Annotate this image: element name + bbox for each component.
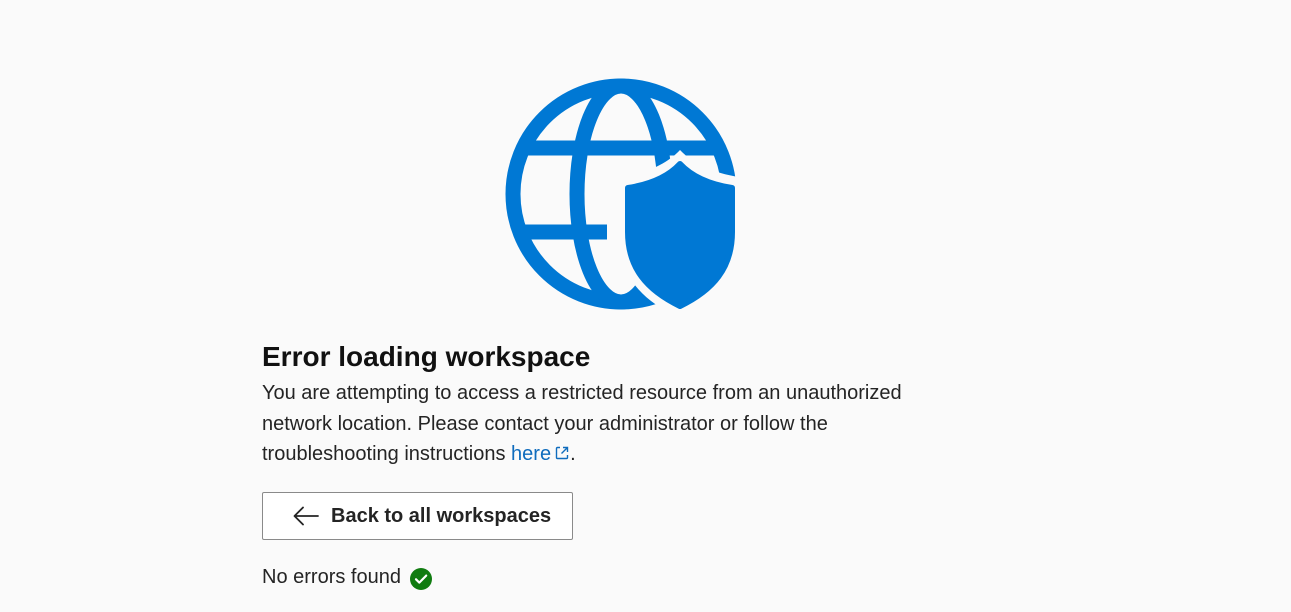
external-link-icon bbox=[554, 440, 570, 460]
check-circle-icon bbox=[409, 568, 432, 590]
arrow-left-icon bbox=[293, 506, 319, 526]
error-content: Error loading workspace You are attempti… bbox=[262, 338, 962, 470]
status-text: No errors found bbox=[262, 566, 401, 588]
back-button-label: Back to all workspaces bbox=[331, 504, 552, 527]
page-title: Error loading workspace bbox=[262, 341, 591, 372]
error-message: You are attempting to access a restricte… bbox=[262, 378, 952, 470]
globe-shield-icon bbox=[500, 74, 745, 318]
error-message-end: . bbox=[570, 443, 576, 465]
error-message-text: You are attempting to access a restricte… bbox=[262, 382, 902, 465]
error-page: Error loading workspace You are attempti… bbox=[0, 0, 1291, 612]
troubleshooting-link-label: here bbox=[511, 443, 552, 465]
troubleshooting-link[interactable]: here bbox=[511, 443, 570, 465]
back-to-workspaces-button[interactable]: Back to all workspaces bbox=[262, 492, 573, 540]
status-line: No errors found bbox=[262, 565, 432, 590]
